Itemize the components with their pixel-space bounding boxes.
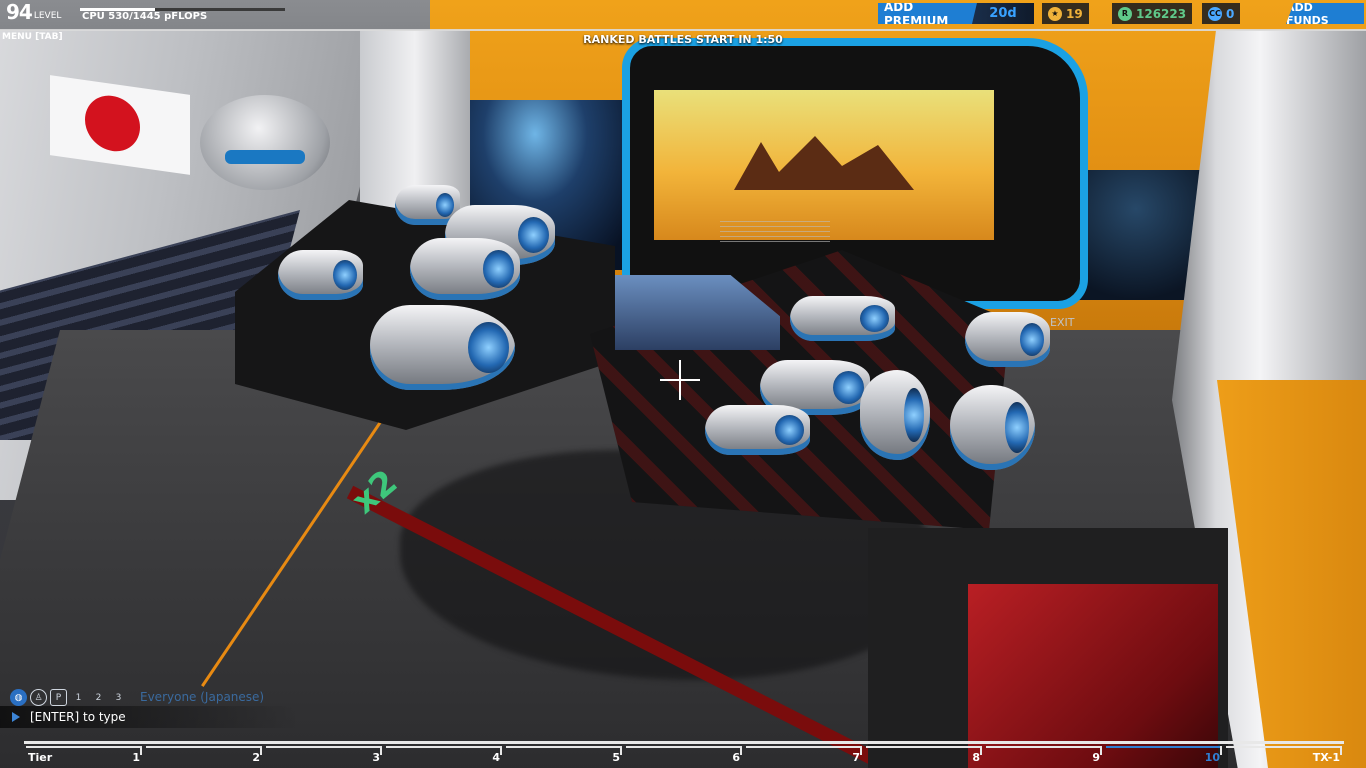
chat-input[interactable]: [ENTER] to type (0, 706, 300, 728)
tier-number: 9 (1092, 751, 1100, 764)
tier-segment: 10 (1106, 746, 1222, 768)
tier-segment: 8 (866, 746, 982, 768)
tier-tick (620, 746, 622, 755)
tier-segment: TX-1 (1226, 746, 1342, 768)
tier-tick (860, 746, 862, 755)
garage-scene: x2 EXIT (0, 0, 1366, 768)
chat-channel-icons: ◍ ♙ P 1 2 3 (10, 689, 127, 706)
tier-tick (140, 746, 142, 755)
tier-tick (260, 746, 262, 755)
tier-bar: Tier 1 2 3 4 5 6 7 8 9 10 TX-1 (24, 741, 1344, 768)
cosmetic-credits-value: 0 (1226, 6, 1235, 21)
tier-tick (380, 746, 382, 755)
cosmetic-credits-icon: CC (1208, 6, 1222, 21)
tier-label: Tier (28, 751, 53, 764)
tier-tick (1100, 746, 1102, 755)
tier-tick (1220, 746, 1222, 755)
tier-number: 3 (372, 751, 380, 764)
crosshair-icon (660, 360, 700, 400)
map-preview (654, 90, 994, 240)
tier-segment: 2 (146, 746, 262, 768)
chat-arrow-icon (12, 712, 20, 722)
three-player-icon[interactable]: 3 (110, 689, 127, 706)
robits-balance: R 126223 (1112, 3, 1193, 24)
tier-number: 7 (852, 751, 860, 764)
tier-tick (740, 746, 742, 755)
tier-number: 8 (972, 751, 980, 764)
party-icon[interactable]: P (50, 689, 67, 706)
chat-channel-label[interactable]: Everyone (Japanese) (140, 690, 264, 704)
map-description (720, 221, 830, 245)
thruster-part[interactable] (370, 305, 515, 390)
tier-number: 4 (492, 751, 500, 764)
ranked-countdown: RANKED BATTLES START IN 1:50 (583, 33, 783, 46)
player-level: 94 LEVEL (6, 2, 61, 22)
robot-dome-head[interactable] (200, 95, 330, 190)
tier-progress-line (24, 741, 1344, 744)
tier-segment: 4 (386, 746, 502, 768)
tier-number: TX-1 (1312, 751, 1340, 764)
tier-tick (980, 746, 982, 755)
thruster-part[interactable] (278, 250, 363, 300)
top-hud: 94 LEVEL CPU 530/1445 pFLOPS ADD PREMIUM… (0, 0, 1366, 30)
tier-tick (500, 746, 502, 755)
tier-segment: 5 (506, 746, 622, 768)
exit-sign[interactable]: EXIT (1050, 316, 1074, 329)
robits-icon: R (1118, 6, 1132, 21)
globe-icon[interactable]: ◍ (10, 689, 27, 706)
robits-value: 126223 (1136, 6, 1187, 21)
cube-block[interactable] (868, 528, 1228, 768)
chat-input-hint: [ENTER] to type (30, 710, 126, 724)
level-label: LEVEL (33, 11, 62, 21)
two-player-icon[interactable]: 2 (90, 689, 107, 706)
thruster-part[interactable] (705, 405, 810, 455)
one-player-icon[interactable]: 1 (70, 689, 87, 706)
thruster-part[interactable] (860, 370, 930, 460)
tier-segment: Tier 1 (26, 746, 142, 768)
tier-tick (1340, 746, 1342, 755)
tier-number: 5 (612, 751, 620, 764)
tier-segment: 7 (746, 746, 862, 768)
top-divider (0, 29, 1366, 31)
level-number: 94 (6, 0, 33, 24)
tech-points-value: 19 (1066, 6, 1083, 21)
accessibility-icon[interactable]: ♙ (30, 689, 47, 706)
tier-segment: 3 (266, 746, 382, 768)
cpu-readout: CPU 530/1445 pFLOPS (82, 11, 208, 22)
thruster-part[interactable] (965, 312, 1050, 367)
premium-days-remaining: 20d (972, 3, 1034, 24)
thruster-part[interactable] (790, 296, 895, 341)
tier-number: 10 (1204, 751, 1220, 764)
thruster-part[interactable] (950, 385, 1035, 470)
tier-number: 6 (732, 751, 740, 764)
tier-segment: 6 (626, 746, 742, 768)
thruster-part[interactable] (410, 238, 520, 300)
add-funds-button[interactable]: ADD FUNDS (1286, 3, 1364, 24)
cosmetic-credits: CC 0 (1202, 3, 1241, 24)
tech-points-icon: ★ (1048, 6, 1062, 21)
tech-points: ★ 19 (1042, 3, 1089, 24)
tier-number: 1 (132, 751, 140, 764)
tier-number: 2 (252, 751, 260, 764)
tier-segment: 9 (986, 746, 1102, 768)
add-premium-button[interactable]: ADD PREMIUM (878, 3, 982, 24)
